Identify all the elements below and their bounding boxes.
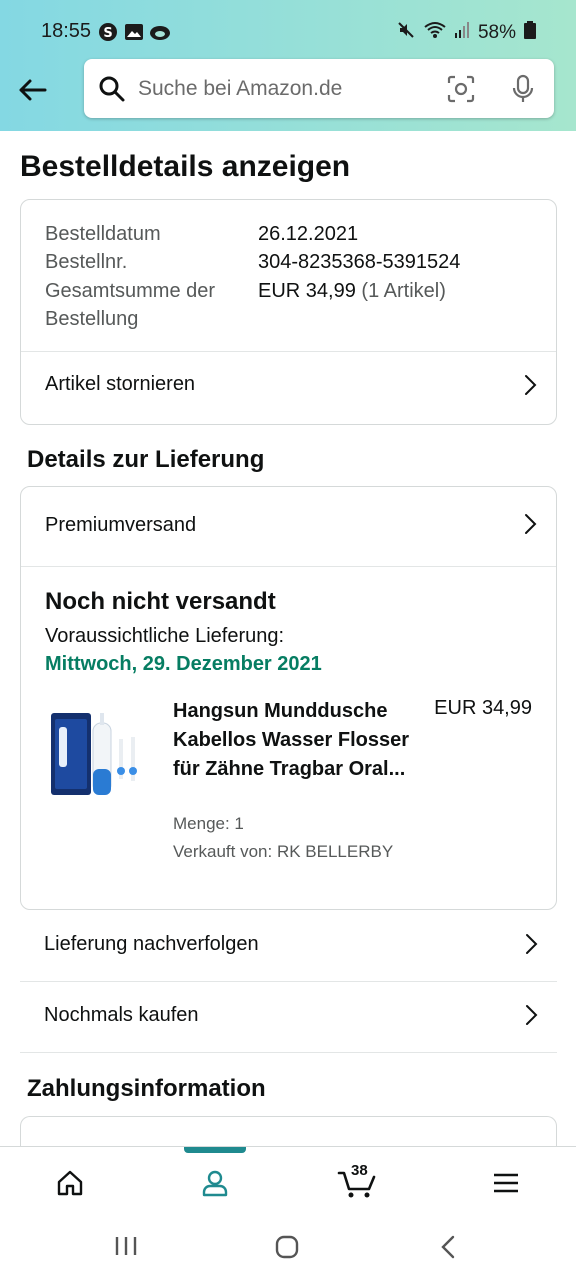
- home-tab[interactable]: [50, 1165, 90, 1201]
- signal-icon: [454, 21, 470, 45]
- battery-level: 58%: [477, 22, 516, 43]
- status-right: 58%: [396, 20, 536, 46]
- cart-count-badge: 38: [351, 1162, 368, 1179]
- user-icon: [202, 1170, 228, 1197]
- order-number-value: 304-8235368-5391524: [258, 251, 461, 273]
- microphone-icon[interactable]: [511, 74, 535, 109]
- menu-tab[interactable]: [486, 1165, 526, 1201]
- product-title[interactable]: Hangsun Mund­dusche Kabellos Wasser Flos…: [173, 697, 413, 784]
- product-price: EUR 34,99: [434, 697, 532, 719]
- status-time: 18:55: [41, 20, 92, 42]
- chevron-right-icon: [522, 373, 538, 402]
- track-delivery-label: Lieferung nachverfolgen: [44, 933, 259, 955]
- system-navigation-bar: [0, 1214, 576, 1280]
- wifi-icon: [424, 21, 446, 45]
- cloud-icon: [149, 22, 171, 47]
- app-header: 18:55 S 58% Suche bei Amazon.de: [0, 0, 576, 131]
- order-summary-card: Bestelldatum 26.12.2021 Bestellnr. 304-8…: [20, 199, 557, 425]
- home-button-icon[interactable]: [274, 1234, 300, 1265]
- payment-section-title: Zahlungsinformation: [27, 1075, 266, 1102]
- page-title: Bestelldetails anzeigen: [20, 150, 351, 183]
- camera-scan-icon[interactable]: [446, 74, 476, 109]
- buy-again-label: Nochmals kaufen: [44, 1004, 199, 1026]
- chevron-right-icon: [523, 1003, 539, 1032]
- active-tab-indicator: [184, 1147, 246, 1153]
- bottom-navigation: 38: [0, 1146, 576, 1214]
- hamburger-menu-icon: [494, 1173, 518, 1193]
- gallery-icon: [124, 22, 144, 47]
- home-icon: [57, 1170, 83, 1196]
- delivery-card: Premiumversand Noch nicht versandt Vorau…: [20, 486, 557, 910]
- back-nav-icon[interactable]: [438, 1234, 458, 1265]
- product-image[interactable]: [47, 709, 145, 801]
- search-icon: [98, 75, 126, 108]
- eta-label: Voraussichtliche Lieferung:: [45, 625, 285, 647]
- delivery-section-title: Details zur Lieferung: [27, 446, 265, 473]
- shipment-status: Noch nicht versandt: [45, 588, 276, 615]
- recent-apps-icon[interactable]: [113, 1234, 139, 1263]
- order-date-label: Bestelldatum: [45, 223, 161, 245]
- search-input[interactable]: Suche bei Amazon.de: [138, 77, 342, 101]
- back-button[interactable]: [14, 72, 50, 108]
- order-item-count: (1 Artikel): [361, 280, 446, 302]
- order-date-value: 26.12.2021: [258, 223, 359, 245]
- eta-date: Mittwoch, 29. Dezember 2021: [45, 653, 322, 675]
- status-bar: 18:55 S 58%: [0, 0, 576, 64]
- order-total-label-line1: Gesamtsumme der: [45, 280, 216, 302]
- chevron-right-icon: [523, 932, 539, 961]
- account-tab[interactable]: [195, 1165, 235, 1201]
- shipping-type-label: Premiumversand: [45, 514, 197, 536]
- cancel-items-label: Artikel stornieren: [45, 373, 196, 395]
- shazam-icon: S: [98, 22, 118, 47]
- shipping-type-row[interactable]: Premiumversand: [21, 487, 556, 566]
- product-seller: Verkauft von: RK BELLERBY: [173, 842, 394, 861]
- chevron-right-icon: [522, 512, 538, 541]
- order-total-label-line2: Bestellung: [45, 308, 139, 330]
- cancel-items-row[interactable]: Artikel stornieren: [21, 352, 556, 424]
- track-delivery-row[interactable]: Lieferung nachverfolgen: [20, 911, 557, 982]
- divider: [21, 566, 556, 567]
- order-total-value-group: EUR 34,99 (1 Artikel): [258, 277, 446, 306]
- mute-icon: [396, 20, 416, 46]
- back-arrow-icon: [19, 79, 47, 101]
- search-bar[interactable]: Suche bei Amazon.de: [84, 59, 554, 118]
- product-quantity: Menge: 1: [173, 814, 244, 833]
- order-total-value: EUR 34,99: [258, 280, 356, 302]
- battery-icon: [524, 21, 536, 45]
- buy-again-row[interactable]: Nochmals kaufen: [20, 982, 557, 1053]
- svg-text:S: S: [103, 26, 112, 41]
- order-number-label: Bestellnr.: [45, 251, 128, 273]
